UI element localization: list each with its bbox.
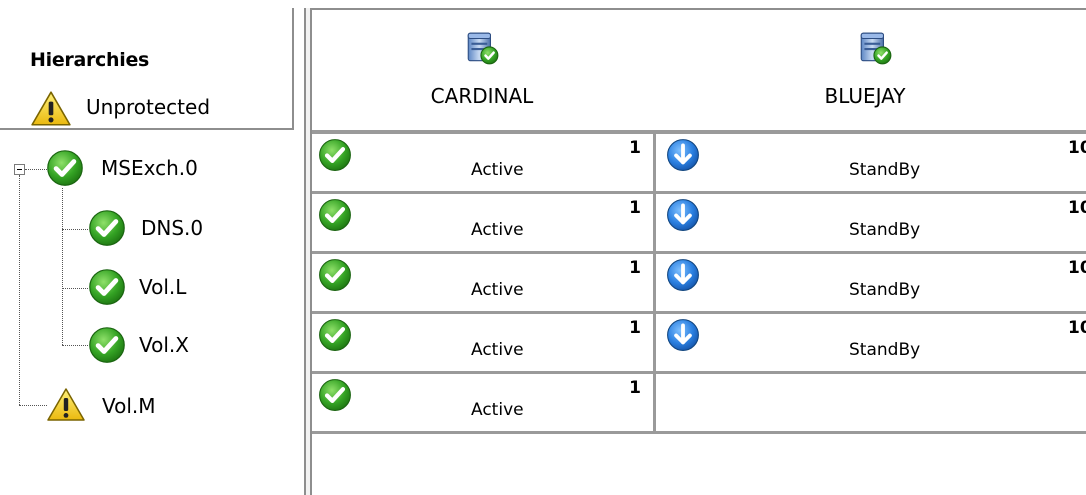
tree-node-label: DNS.0 xyxy=(141,216,204,240)
resource-state: Active xyxy=(471,280,524,300)
tree-node-label: Vol.L xyxy=(139,275,187,299)
standby-arrow-icon xyxy=(666,318,700,352)
grid-cell-bluejay[interactable]: StandBy 10 xyxy=(656,254,1086,314)
tree-node-label: MSExch.0 xyxy=(101,156,198,180)
resource-state: StandBy xyxy=(849,220,921,240)
standby-arrow-icon xyxy=(666,198,700,232)
tree-node-dns[interactable]: DNS.0 xyxy=(88,209,268,249)
server-column-cardinal[interactable]: CARDINAL xyxy=(312,30,652,130)
grid-top-border xyxy=(312,8,1086,10)
grid-cell-bluejay[interactable]: StandBy 10 xyxy=(656,134,1086,194)
tree-node-msexch[interactable]: MSExch.0 xyxy=(46,149,246,189)
priority-number: 10 xyxy=(1068,138,1086,158)
collapse-toggle[interactable] xyxy=(14,164,25,175)
grid-cell-cardinal[interactable]: Active 1 xyxy=(312,314,656,374)
server-column-bluejay[interactable]: BLUEJAY xyxy=(655,30,1086,130)
active-check-icon xyxy=(88,268,126,306)
grid-cell-cardinal[interactable]: Active 1 xyxy=(312,134,656,194)
server-name: CARDINAL xyxy=(430,84,534,108)
tree-node-label: Vol.X xyxy=(139,333,189,357)
tree-connector xyxy=(19,175,20,405)
grid-cell-bluejay[interactable]: StandBy 10 xyxy=(656,314,1086,374)
tree-connector xyxy=(62,188,63,345)
resource-state: StandBy xyxy=(849,340,921,360)
priority-number: 1 xyxy=(629,258,641,278)
tree-connector xyxy=(62,345,88,346)
priority-number: 1 xyxy=(629,198,641,218)
tree-node-vol-l[interactable]: Vol.L xyxy=(88,268,268,308)
resource-state: Active xyxy=(471,220,524,240)
active-check-icon xyxy=(318,258,352,292)
server-name: BLUEJAY xyxy=(824,84,906,108)
priority-number: 10 xyxy=(1068,258,1086,278)
panel-splitter[interactable] xyxy=(304,8,312,495)
tree-connector xyxy=(62,288,88,289)
standby-arrow-icon xyxy=(666,138,700,172)
standby-arrow-icon xyxy=(666,258,700,292)
active-check-icon xyxy=(318,378,352,412)
active-check-icon xyxy=(88,209,126,247)
resource-state: StandBy xyxy=(849,280,921,300)
grid-cell-bluejay-empty[interactable] xyxy=(656,374,1086,434)
server-icon xyxy=(464,30,500,66)
resource-state: Active xyxy=(471,400,524,420)
active-check-icon xyxy=(88,326,126,364)
resource-state: StandBy xyxy=(849,160,921,180)
tree-connector xyxy=(25,169,47,170)
priority-number: 1 xyxy=(629,138,641,158)
tree-node-label: Vol.M xyxy=(102,394,156,418)
priority-number: 10 xyxy=(1068,198,1086,218)
priority-number: 1 xyxy=(629,378,641,398)
grid-cell-cardinal[interactable]: Active 1 xyxy=(312,254,656,314)
active-check-icon xyxy=(318,138,352,172)
warning-icon xyxy=(46,387,86,423)
hierarchies-title: Hierarchies xyxy=(30,49,150,71)
grid-cell-cardinal[interactable]: Active 1 xyxy=(312,374,656,434)
active-check-icon xyxy=(318,318,352,352)
warning-icon xyxy=(30,90,72,128)
tree-connector xyxy=(19,405,47,406)
hierarchy-tree: MSExch.0 DNS.0 Vol.L Vol.X Vol.M xyxy=(0,140,296,440)
active-check-icon xyxy=(318,198,352,232)
server-icon xyxy=(857,30,893,66)
grid-cell-cardinal[interactable]: Active 1 xyxy=(312,194,656,254)
tree-node-vol-m[interactable]: Vol.M xyxy=(46,387,246,427)
priority-number: 10 xyxy=(1068,318,1086,338)
overall-status-label: Unprotected xyxy=(86,95,211,119)
tree-connector xyxy=(62,229,88,230)
tree-node-vol-x[interactable]: Vol.X xyxy=(88,326,268,366)
active-check-icon xyxy=(46,149,84,187)
priority-number: 1 xyxy=(629,318,641,338)
grid-cell-bluejay[interactable]: StandBy 10 xyxy=(656,194,1086,254)
hierarchies-header: Hierarchies Unprotected xyxy=(0,8,294,130)
resource-state: Active xyxy=(471,160,524,180)
resource-state: Active xyxy=(471,340,524,360)
